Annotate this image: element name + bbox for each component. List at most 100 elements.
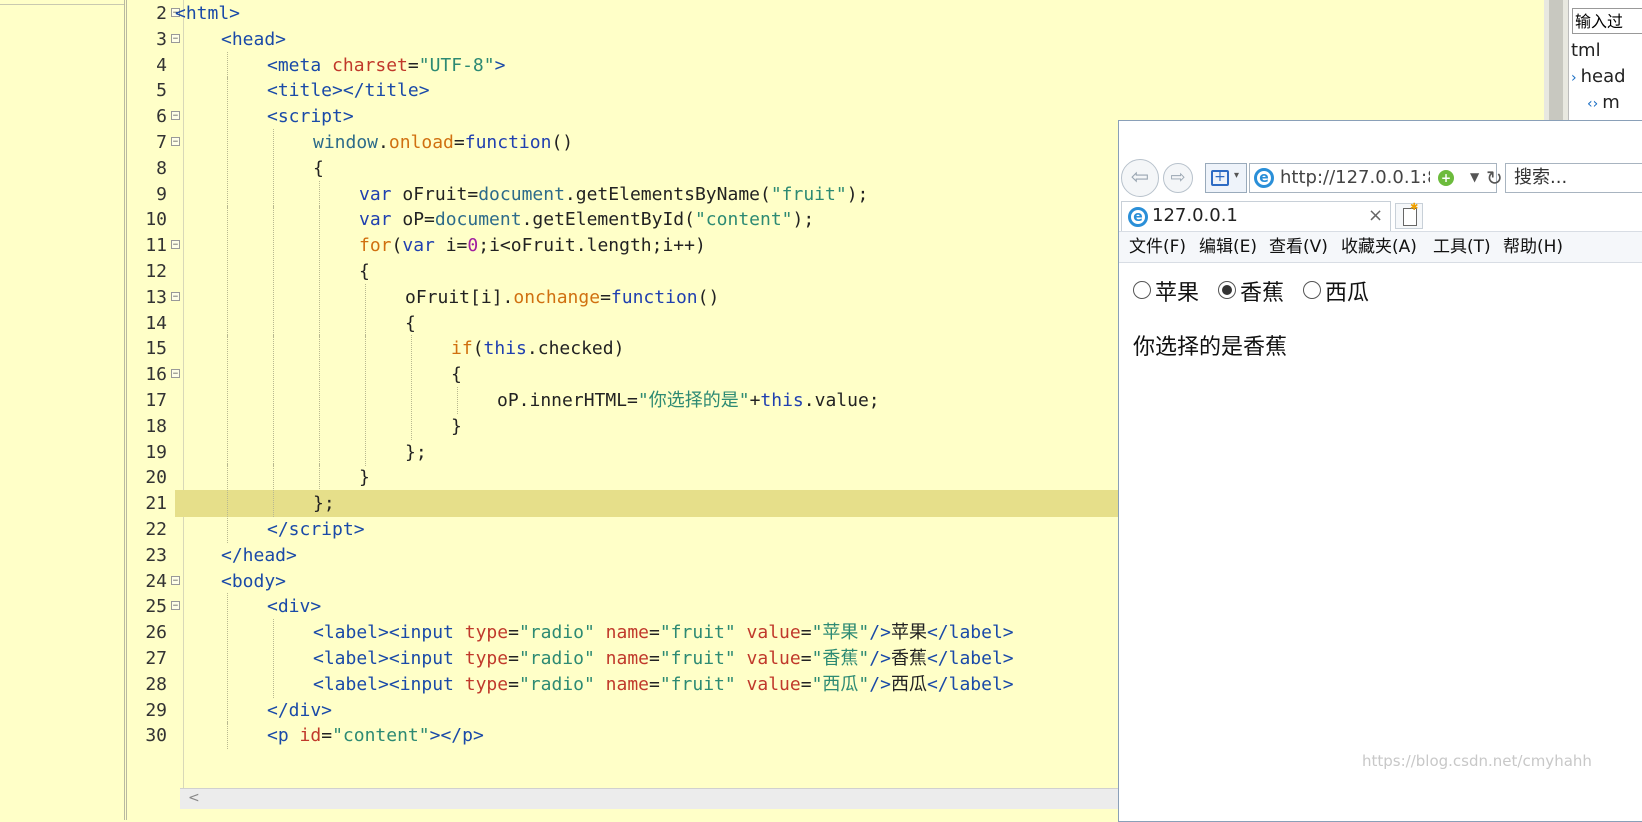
line-number: 25: [145, 596, 167, 618]
indent-guide: [227, 387, 228, 414]
fold-toggle-icon[interactable]: −: [171, 291, 180, 301]
indent-guide: [227, 412, 228, 440]
radio-label-banana[interactable]: 香蕉: [1240, 281, 1284, 306]
indent-guide: [319, 258, 320, 285]
line-number: 17: [145, 390, 167, 411]
address-dropdown-icon[interactable]: ▼: [1470, 170, 1479, 184]
radio-label-apple[interactable]: 苹果: [1155, 281, 1199, 306]
browser-nav-bar: ⇦ ⇨ + ▾ e http://127.0.0.1:8 + ▼ ↻ 搜索...: [1119, 153, 1642, 199]
indent-guide: [227, 51, 228, 79]
code-line[interactable]: 21};: [145, 490, 1175, 518]
indent-guide: [273, 283, 274, 311]
radio-apple[interactable]: [1133, 280, 1151, 299]
fold-toggle-icon[interactable]: −: [171, 575, 180, 585]
indent-guide: [273, 180, 274, 208]
indent-guide: [319, 309, 320, 337]
menu-tools[interactable]: 工具(T): [1433, 232, 1491, 262]
fold-toggle-icon[interactable]: −: [171, 240, 180, 250]
line-number: 28: [145, 673, 167, 695]
go-icon[interactable]: +: [1438, 170, 1454, 186]
indent-guide: [227, 490, 228, 518]
scroll-left-icon[interactable]: <: [188, 790, 200, 806]
fold-toggle-icon[interactable]: −: [171, 369, 180, 379]
code-text: if(this.checked): [451, 338, 625, 360]
indent-guide: [273, 412, 274, 440]
code-line[interactable]: 2− <html>: [127, 0, 1517, 27]
ie-logo-icon: e: [1254, 168, 1274, 188]
code-text: <title></title>: [267, 80, 430, 102]
indent-guide: [227, 670, 228, 698]
indent-guide: [227, 309, 228, 337]
code-text: oFruit[i].onchange=function(): [405, 286, 720, 308]
menu-edit[interactable]: 编辑(E): [1199, 232, 1257, 262]
indent-guide: [411, 412, 412, 440]
line-number: 16: [145, 364, 167, 386]
menu-view[interactable]: 查看(V): [1269, 232, 1328, 262]
indent-guide: [227, 129, 228, 156]
indent-guide: [273, 258, 274, 285]
line-number: 22: [145, 519, 167, 540]
line-number: 10: [145, 209, 167, 231]
browser-titlebar: [1119, 121, 1642, 153]
close-tab-icon[interactable]: ×: [1368, 202, 1383, 230]
search-input[interactable]: 搜索...: [1505, 163, 1642, 193]
indent-guide: [227, 180, 228, 208]
line-number: 6: [156, 106, 167, 128]
code-text: {: [451, 364, 462, 386]
menu-favorites[interactable]: 收藏夹(A): [1341, 232, 1417, 262]
code-text: <label><input type="radio" name="fruit" …: [313, 673, 1014, 695]
fold-toggle-icon[interactable]: −: [171, 111, 180, 121]
indent-guide: [457, 387, 458, 414]
forward-button[interactable]: ⇨: [1163, 163, 1193, 193]
browser-tab[interactable]: e 127.0.0.1 ×: [1121, 201, 1391, 231]
forward-arrow-icon: ⇨: [1170, 167, 1186, 188]
expand-chevron-icon[interactable]: ›: [1571, 70, 1577, 86]
menu-file[interactable]: 文件(F): [1129, 232, 1186, 262]
outline-filter-input[interactable]: 输入过: [1572, 8, 1642, 34]
indent-guide: [227, 154, 228, 182]
line-number: 5: [156, 80, 167, 102]
indent-guide: [273, 438, 274, 466]
radio-banana[interactable]: [1218, 280, 1237, 299]
indent-guide: [227, 103, 228, 131]
line-number: 18: [145, 415, 167, 437]
fold-toggle-icon[interactable]: −: [171, 33, 180, 43]
indent-guide: [273, 232, 274, 260]
code-text: <label><input type="radio" name="fruit" …: [313, 622, 1014, 644]
line-number: 27: [145, 648, 167, 669]
scrollbar-thumb[interactable]: [1549, 0, 1563, 120]
outline-item-meta[interactable]: ‹› m: [1587, 92, 1620, 113]
code-text: </div>: [267, 699, 333, 721]
back-button[interactable]: ⇦: [1121, 159, 1159, 197]
code-line[interactable]: 3− <head>: [127, 26, 1517, 53]
compatibility-view-button[interactable]: + ▾: [1205, 163, 1247, 193]
indent-guide: [227, 258, 228, 285]
new-tab-button[interactable]: ✱: [1395, 202, 1423, 229]
line-number: 21: [145, 493, 167, 515]
line-number: 13: [145, 286, 167, 308]
refresh-icon[interactable]: ↻: [1486, 166, 1503, 190]
line-number: 15: [145, 338, 167, 360]
ie-logo-icon: e: [1128, 207, 1148, 227]
indent-guide: [319, 464, 320, 492]
radio-label-watermelon[interactable]: 西瓜: [1325, 281, 1369, 306]
outline-item-label: tml: [1571, 40, 1601, 61]
indent-guide: [273, 309, 274, 337]
code-text: <div>: [267, 596, 322, 618]
indent-guide: [227, 438, 228, 466]
fold-toggle-icon[interactable]: −: [171, 137, 180, 147]
line-number: 19: [145, 441, 167, 463]
fold-toggle-icon[interactable]: −: [171, 601, 180, 611]
indent-guide: [227, 619, 228, 647]
code-text: <body>: [221, 570, 287, 592]
code-line[interactable]: 5 <title></title>: [127, 77, 1517, 105]
code-text: {: [313, 157, 324, 179]
outline-item-head[interactable]: › head: [1571, 66, 1626, 87]
outline-item-html[interactable]: tml: [1571, 40, 1601, 61]
menu-help[interactable]: 帮助(H): [1503, 232, 1563, 262]
code-line[interactable]: 4 <meta charset="UTF-8">: [127, 51, 1517, 79]
address-input[interactable]: http://127.0.0.1:8: [1280, 164, 1430, 192]
indent-guide: [319, 335, 320, 363]
radio-watermelon[interactable]: [1303, 280, 1322, 299]
address-bar[interactable]: e http://127.0.0.1:8 + ▼ ↻: [1249, 163, 1503, 193]
